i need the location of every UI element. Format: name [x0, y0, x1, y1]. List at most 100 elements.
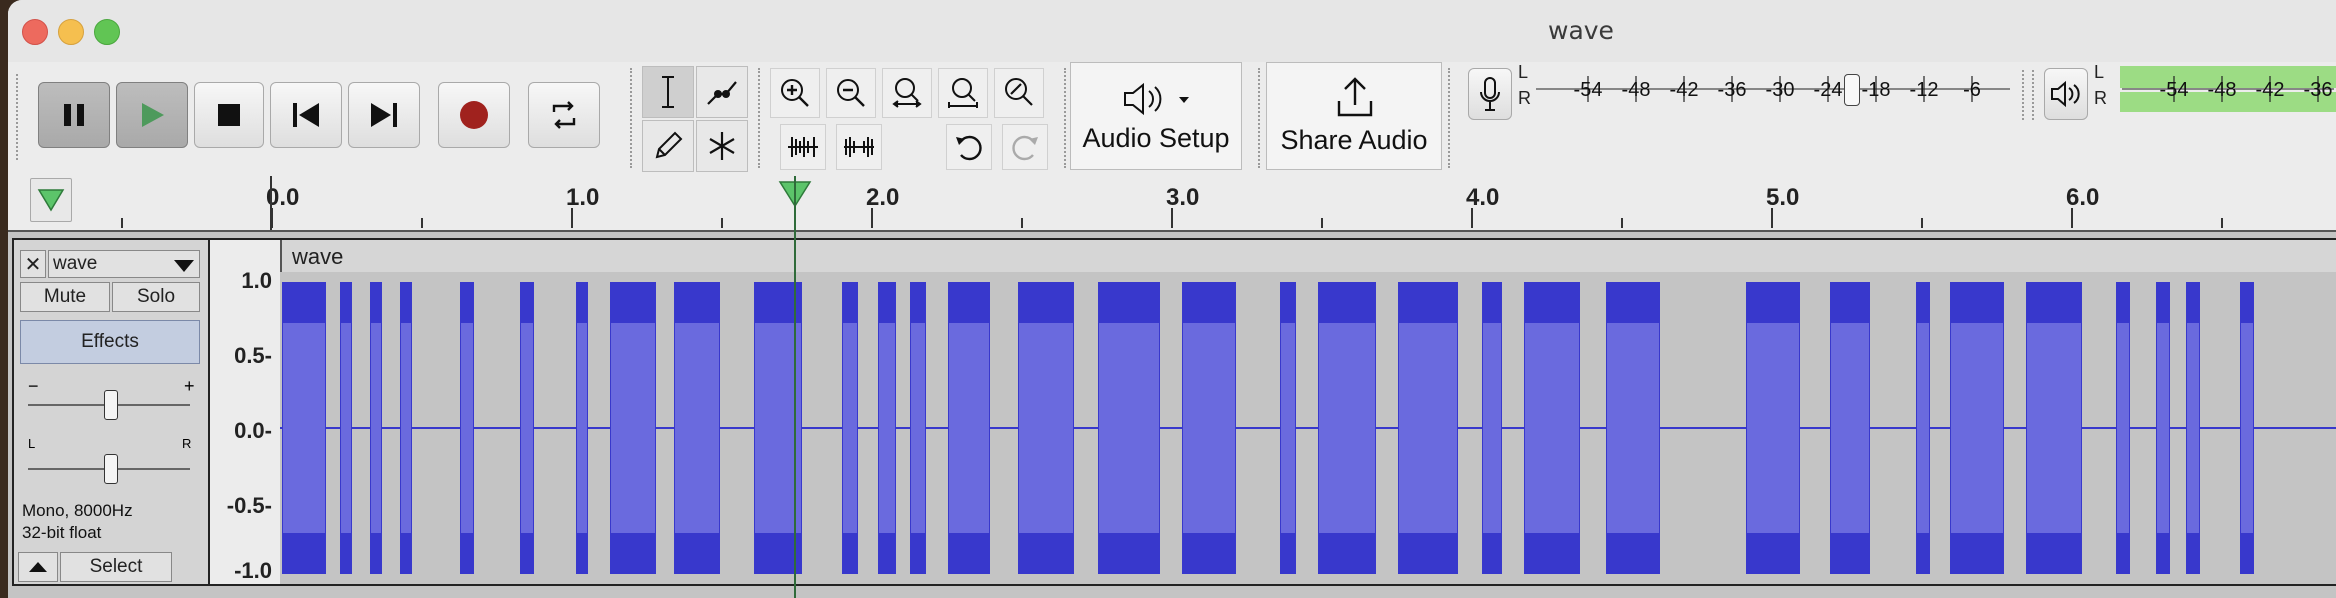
- waveform-rms: [521, 323, 533, 533]
- record-level-slider[interactable]: [1844, 74, 1860, 106]
- playhead-line: [794, 176, 796, 598]
- skip-start-button[interactable]: [270, 82, 342, 148]
- waveform-rms: [1951, 323, 2003, 533]
- undo-button[interactable]: [946, 124, 992, 170]
- meter-tick-label: -36: [2304, 79, 2333, 101]
- ruler-major-tick: [871, 208, 873, 228]
- waveform-rms: [1183, 323, 1235, 533]
- pause-button[interactable]: [38, 82, 110, 148]
- timeline-options-button[interactable]: [30, 178, 72, 222]
- clip-name: wave: [292, 244, 344, 269]
- timeline-ruler[interactable]: 0.0 1.0 2.0 3.0 4.0 5.0 6.0: [8, 176, 2336, 232]
- envelope-icon: [707, 81, 737, 105]
- ruler-minor-tick: [121, 218, 123, 228]
- record-button[interactable]: [438, 82, 510, 148]
- trim-outside-button[interactable]: [780, 124, 826, 170]
- record-meter-button[interactable]: [1468, 68, 1512, 120]
- waveform-rms: [949, 323, 989, 533]
- draw-tool[interactable]: [642, 120, 694, 172]
- gain-plus-label: +: [184, 376, 195, 396]
- waveform-rms: [2027, 323, 2081, 533]
- undo-icon: [956, 135, 982, 161]
- zoom-in-button[interactable]: [770, 68, 820, 118]
- pause-icon: [64, 104, 84, 126]
- select-track-button[interactable]: Select: [60, 552, 172, 582]
- record-meter-scale: -54 -48 -42 -36 -30 -24 -18 -12 -6: [1536, 76, 2010, 102]
- track-format: Mono, 8000Hz: [22, 501, 133, 520]
- toolbar-grip[interactable]: [630, 68, 638, 168]
- loop-icon: [552, 101, 576, 129]
- window-close-button[interactable]: [22, 19, 48, 45]
- skip-end-icon: [371, 103, 397, 127]
- pan-slider-thumb[interactable]: [104, 454, 118, 484]
- clip-header[interactable]: wave: [280, 240, 2336, 272]
- vertical-amplitude-ruler[interactable]: 1.0 0.5- 0.0- -0.5- -1.0: [210, 238, 280, 586]
- effects-button[interactable]: Effects: [20, 320, 200, 364]
- loop-button[interactable]: [528, 82, 600, 148]
- fit-selection-button[interactable]: [882, 68, 932, 118]
- zoom-out-icon: [837, 79, 865, 107]
- waveform-rms: [341, 323, 351, 533]
- zoom-out-button[interactable]: [826, 68, 876, 118]
- ruler-minor-tick: [1321, 218, 1323, 228]
- zoom-fit-icon: [948, 78, 978, 108]
- waveform-rms: [1607, 323, 1659, 533]
- waveform-rms: [2187, 323, 2199, 533]
- selection-tool[interactable]: [642, 66, 694, 118]
- mute-button[interactable]: Mute: [20, 282, 110, 312]
- asterisk-icon: [709, 132, 735, 160]
- waveform-rms: [911, 323, 925, 533]
- toolbar-grip[interactable]: [16, 74, 24, 160]
- toolbar-grip[interactable]: [2022, 70, 2030, 120]
- window-zoom-button[interactable]: [94, 19, 120, 45]
- redo-icon: [1012, 135, 1038, 161]
- meter-tick-label: -6: [1963, 79, 1981, 101]
- multi-tool[interactable]: [696, 120, 748, 172]
- silence-button[interactable]: [836, 124, 882, 170]
- record-meter[interactable]: -54 -48 -42 -36 -30 -24 -18 -12 -6: [1534, 64, 2012, 116]
- chevron-down-icon: [174, 260, 194, 272]
- stop-button[interactable]: [194, 82, 264, 148]
- gain-slider-thumb[interactable]: [104, 390, 118, 420]
- playback-meter[interactable]: -54 -48 -42 -36: [2120, 64, 2336, 116]
- play-button[interactable]: [116, 82, 188, 148]
- audio-clip[interactable]: wave: [280, 238, 2336, 586]
- toolbar-grip[interactable]: [1448, 68, 1456, 168]
- skip-end-button[interactable]: [348, 82, 420, 148]
- audio-setup-button[interactable]: Audio Setup: [1070, 62, 1242, 170]
- track-menu-button[interactable]: wave: [48, 250, 200, 278]
- speaker-icon: [2051, 80, 2080, 108]
- toolbar-grip[interactable]: [1258, 68, 1266, 168]
- envelope-tool[interactable]: [696, 66, 748, 118]
- amp-label-neg-1: -1.0: [234, 558, 272, 583]
- waveform-rms: [879, 323, 895, 533]
- zoom-toggle-icon: [1005, 78, 1033, 106]
- window-minimize-button[interactable]: [58, 19, 84, 45]
- ruler-minor-tick: [1921, 218, 1923, 228]
- solo-button[interactable]: Solo: [112, 282, 200, 312]
- fit-project-button[interactable]: [938, 68, 988, 118]
- playback-meter-button[interactable]: [2044, 68, 2088, 120]
- waveform-rms: [1281, 323, 1295, 533]
- redo-button[interactable]: [1002, 124, 1048, 170]
- waveform-rms: [843, 323, 857, 533]
- mute-label: Mute: [43, 286, 87, 307]
- ruler-minor-tick: [421, 218, 423, 228]
- track-close-button[interactable]: ✕: [20, 250, 46, 278]
- waveform-rms: [2117, 323, 2129, 533]
- track-area: ✕ wave Mute Solo Effects − + L R Mono, 8…: [8, 176, 2336, 598]
- meter-tick-label: -42: [2256, 79, 2285, 101]
- toolbar-grip[interactable]: [2032, 70, 2040, 120]
- zoom-toggle-button[interactable]: [994, 68, 1044, 118]
- meter-tick-label: -30: [1766, 79, 1795, 101]
- waveform[interactable]: [280, 272, 2336, 584]
- toolbar-grip[interactable]: [758, 68, 766, 168]
- share-audio-button[interactable]: Share Audio: [1266, 62, 1442, 170]
- waveform-rms: [675, 323, 719, 533]
- meter-tick-label: -54: [1574, 79, 1603, 101]
- i-beam-icon: [662, 76, 674, 108]
- playback-meter-right-label: R: [2094, 88, 2107, 108]
- collapse-track-button[interactable]: [18, 552, 58, 582]
- meter-tick-label: -12: [1910, 79, 1939, 101]
- waveform-rms: [461, 323, 473, 533]
